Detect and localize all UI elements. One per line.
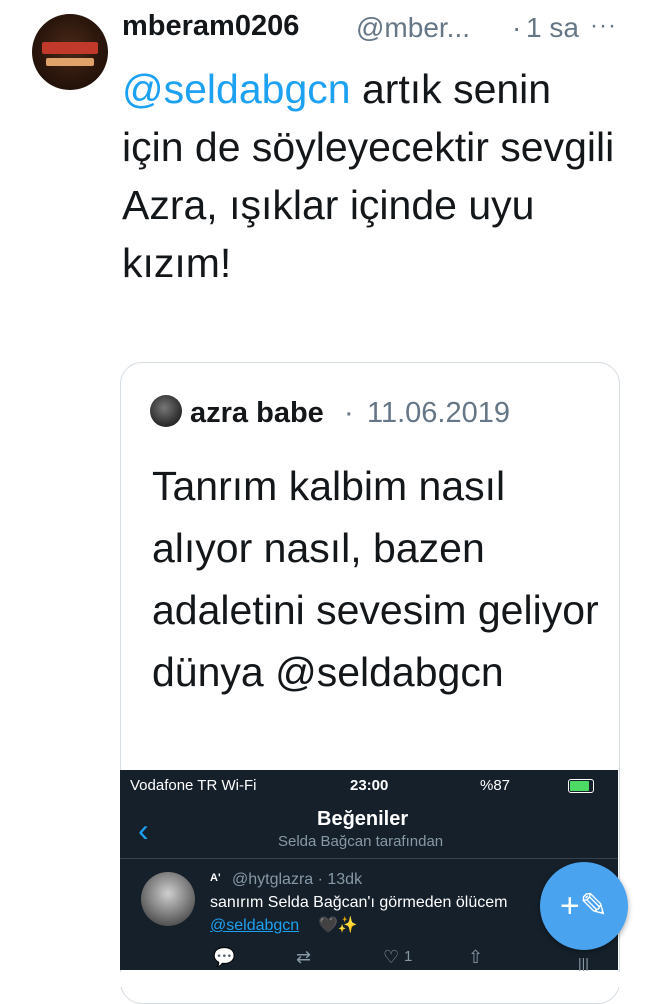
like-count: 1 <box>404 948 413 965</box>
reply-icon[interactable]: 💬 <box>213 947 235 968</box>
status-time: 23:00 <box>350 777 389 794</box>
reply-handle[interactable]: @hytglazra · 13dk <box>232 871 362 889</box>
like-icon[interactable]: ♡ <box>383 947 399 968</box>
quoted-text: Tanrım kalbim nasıl alıyor nasıl, bazen … <box>152 463 599 695</box>
tweet-text: @seldabgcn artık senin için de söyleyece… <box>122 60 622 292</box>
reply-initials: A' <box>210 872 221 884</box>
likes-title: Beğeniler <box>317 808 409 830</box>
tweet-handle[interactable]: @mber... <box>356 12 470 44</box>
tweet-separator: · <box>512 12 522 43</box>
battery-icon <box>568 779 594 793</box>
divider <box>120 858 618 859</box>
tweet-time[interactable]: 1 sa <box>526 12 579 44</box>
retweet-icon[interactable]: ⇄ <box>296 947 311 968</box>
compose-tweet-button[interactable]: +✎ <box>540 862 628 950</box>
user-avatar[interactable] <box>32 14 108 90</box>
quoted-date: 11.06.2019 <box>367 397 510 429</box>
tab-bar-icon: ||| <box>578 955 589 971</box>
back-chevron-icon[interactable]: ‹ <box>138 812 149 849</box>
quoted-username[interactable]: azra babe <box>190 397 324 430</box>
share-icon[interactable]: ⇧ <box>468 947 483 968</box>
status-battery-percent: %87 <box>480 777 511 794</box>
reply-text: sanırım Selda Bağcan'ı görmeden ölücem <box>210 894 508 911</box>
more-icon[interactable]: ··· <box>590 12 617 40</box>
reply-emoji: 🖤✨ <box>318 917 358 934</box>
likes-subtitle: Selda Bağcan tarafından <box>278 833 444 850</box>
tweet-username[interactable]: mberam0206 <box>122 10 299 43</box>
reply-avatar[interactable] <box>141 872 195 926</box>
reply-mention-link[interactable]: @seldabgcn <box>210 917 299 935</box>
quoted-separator: · <box>344 397 354 429</box>
tweet-mention-link[interactable]: @seldabgcn <box>122 66 351 112</box>
status-carrier: Vodafone TR Wi-Fi <box>130 777 257 794</box>
bottom-strip <box>0 972 650 987</box>
quoted-avatar[interactable] <box>150 395 182 427</box>
embedded-screenshot[interactable] <box>120 770 618 970</box>
